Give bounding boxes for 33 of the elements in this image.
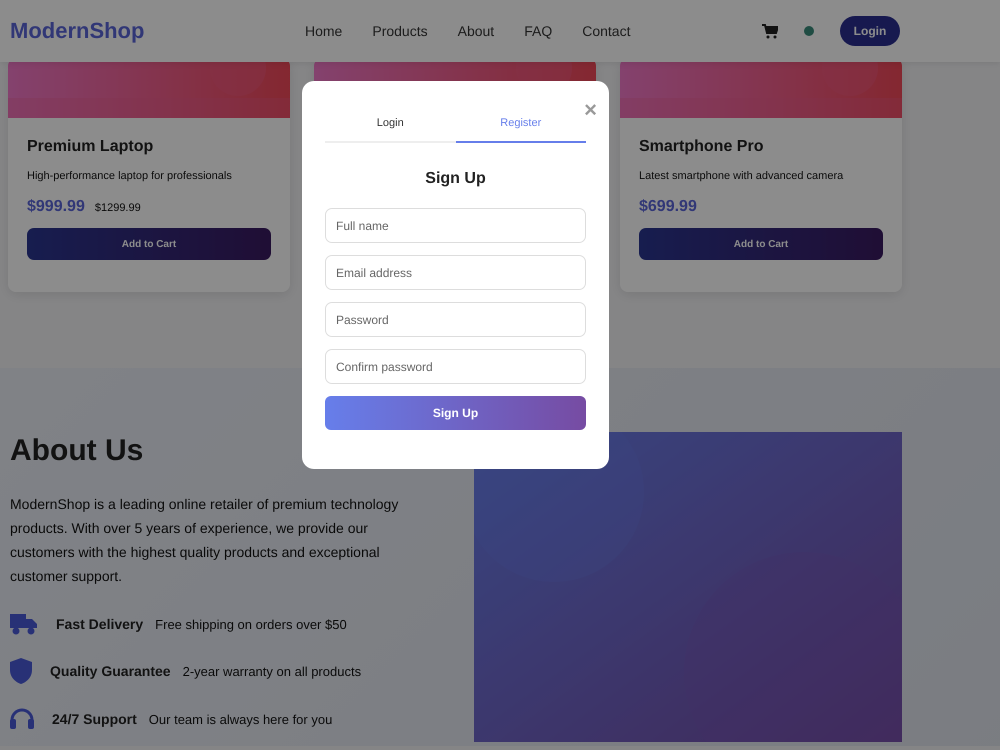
add-to-cart-button[interactable]: Add to Cart (27, 228, 271, 260)
product-price: $699.99 (639, 198, 697, 216)
product-title: Premium Laptop (27, 138, 154, 156)
nav-link[interactable]: FAQ (524, 23, 552, 39)
close-button[interactable]: × (584, 99, 597, 121)
product-price: $999.99 (27, 198, 85, 216)
product-description: Latest smartphone with advanced camera (639, 170, 844, 182)
input-field[interactable]: Password (325, 302, 586, 337)
nav-link[interactable]: Products (372, 23, 428, 39)
nav-link[interactable]: About (458, 23, 494, 39)
sign-up-button[interactable]: Sign Up (325, 396, 586, 430)
tab[interactable]: Register (456, 105, 586, 143)
feature-description: 2-year warranty on all products (182, 664, 362, 678)
product-title: Smartphone Pro (639, 138, 764, 156)
section-heading: About Us (10, 434, 144, 468)
input-field[interactable]: Email address (325, 255, 586, 290)
dialog-heading: Sign Up (424, 170, 487, 188)
add-to-cart-button[interactable]: Add to Cart (639, 228, 883, 260)
product-description: High-performance laptop for professionals (27, 170, 233, 182)
about-paragraph: ModernShop is a leading online retailer of premium technology products. With over 5 years of experience, we provide our customers with the highest quality products and exceptional customer support. (10, 495, 400, 586)
feature-title: 24/7 Support (52, 711, 137, 727)
logo[interactable]: ModernShop (10, 18, 300, 44)
input-field[interactable]: Full name (325, 208, 586, 243)
feature-description: Free shipping on orders over $50 (155, 616, 347, 632)
nav-link[interactable]: Contact (582, 23, 630, 39)
old-price: $1299.99 (94, 202, 141, 214)
tab[interactable]: Login (325, 105, 456, 143)
feature-description: Our team is always here for you (148, 712, 332, 726)
feature-title: Fast Delivery (56, 616, 144, 632)
feature-title: Quality Guarantee (50, 663, 171, 679)
input-field[interactable]: Confirm password (325, 349, 586, 384)
login-button[interactable]: Login (840, 16, 900, 46)
nav-link[interactable]: Home (305, 23, 342, 39)
